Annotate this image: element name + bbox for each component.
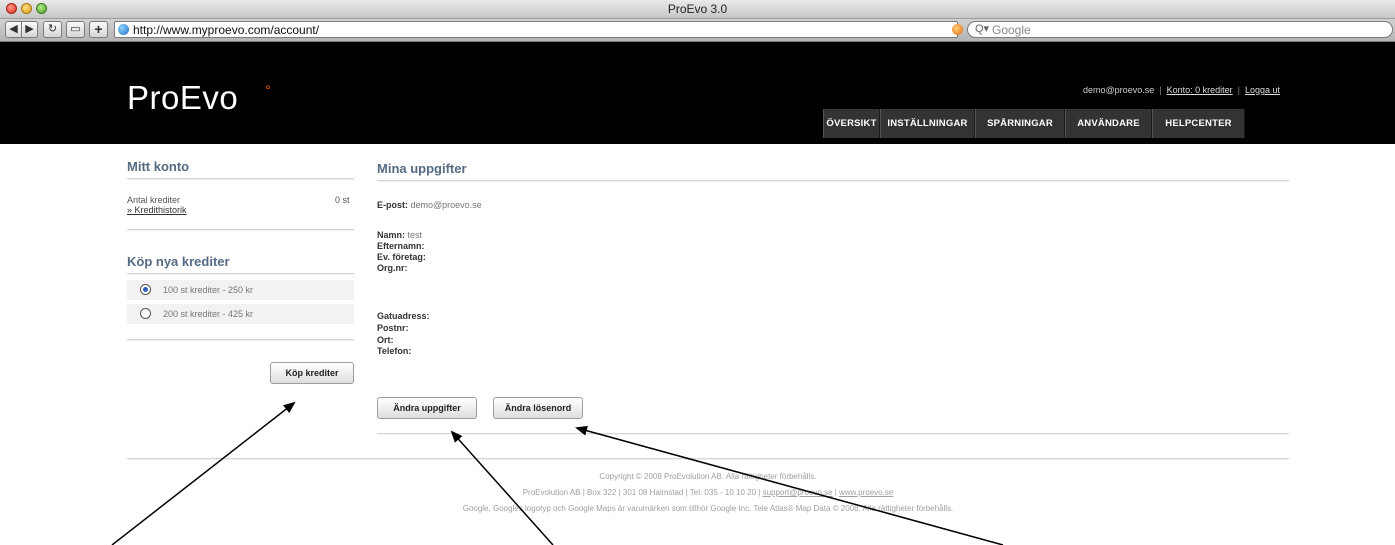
- arrow-to-edit-button: [450, 430, 554, 545]
- arrow-to-password-button: [575, 425, 1004, 545]
- arrow-to-buy-button: [111, 401, 296, 545]
- annotation-arrows: [111, 401, 1004, 545]
